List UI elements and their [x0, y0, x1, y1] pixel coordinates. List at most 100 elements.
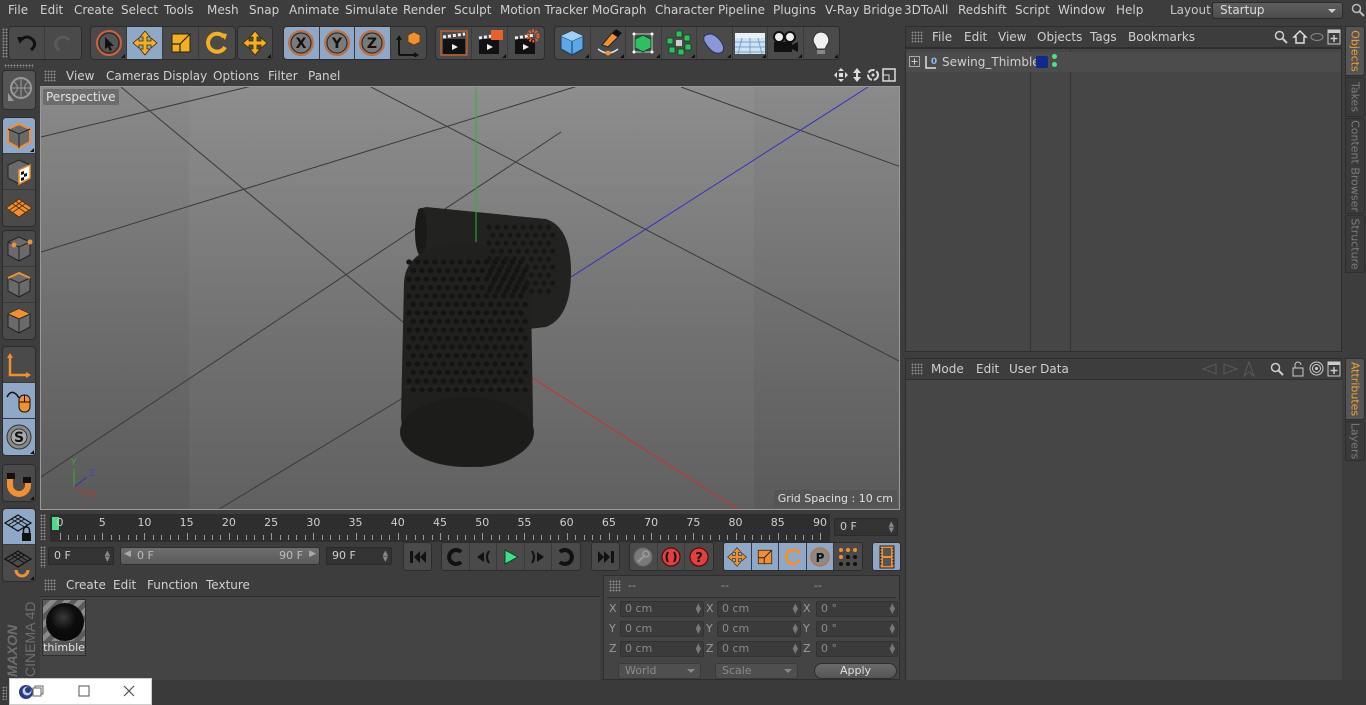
transport-grip[interactable] — [40, 546, 46, 568]
expand-icon[interactable] — [909, 56, 920, 67]
timeline-grip[interactable] — [40, 514, 46, 540]
rotation-x-field[interactable]: 0 ° ▲ ▼ — [816, 601, 898, 617]
sewing-thimble-model[interactable] — [400, 207, 571, 467]
close-icon[interactable] — [123, 685, 135, 697]
rotation-key-button[interactable] — [779, 543, 807, 570]
tab-objects[interactable]: Objects — [1345, 26, 1365, 76]
material-menu-texture[interactable]: Texture — [206, 578, 250, 592]
live-selection-button[interactable] — [91, 27, 127, 59]
spinner-icon[interactable]: ▲ ▼ — [105, 550, 110, 563]
editor-visibility-dot[interactable] — [1052, 54, 1057, 59]
polygons-mode-button[interactable] — [3, 303, 35, 339]
make-editable-button[interactable] — [3, 71, 35, 109]
size-z-field[interactable]: 0 cm ▲ ▼ — [717, 641, 801, 657]
record-keys-button[interactable] — [630, 543, 658, 570]
z-axis-lock-button[interactable]: Z — [355, 27, 391, 59]
search-icon[interactable] — [1351, 3, 1365, 17]
point-level-animation-button[interactable] — [834, 543, 862, 570]
restore-icon[interactable] — [32, 685, 44, 697]
planar-workplane-button[interactable] — [3, 545, 35, 581]
play-button[interactable] — [497, 543, 525, 570]
end-frame-field[interactable]: 90 F ▲ ▼ — [326, 547, 392, 565]
range-right-arrow-icon[interactable]: ▶ — [309, 549, 316, 559]
spinner-icon[interactable]: ▲ ▼ — [696, 623, 701, 635]
maximize-icon[interactable] — [78, 685, 90, 697]
layout-select[interactable]: Startup — [1212, 2, 1343, 19]
x-axis-lock-button[interactable]: X — [284, 27, 320, 59]
menu-character[interactable]: Character — [655, 3, 714, 17]
timeline-window-button[interactable] — [873, 543, 900, 570]
menu-render[interactable]: Render — [403, 3, 446, 17]
menu-simulate[interactable]: Simulate — [345, 3, 398, 17]
solo-button[interactable]: S — [3, 419, 35, 455]
menu-vray-bridge[interactable]: V-Ray Bridge — [825, 3, 902, 17]
autokeying-button[interactable] — [658, 543, 686, 570]
unlock-icon[interactable] — [1292, 361, 1304, 377]
material-thimble[interactable]: thimble — [42, 599, 86, 656]
menu-pipeline[interactable]: Pipeline — [718, 3, 765, 17]
cube-button[interactable] — [555, 27, 591, 59]
goto-start-button[interactable] — [404, 543, 431, 570]
spinner-icon[interactable]: ▲ ▼ — [890, 623, 895, 635]
points-mode-button[interactable] — [3, 231, 35, 267]
search-icon[interactable] — [1274, 30, 1288, 44]
menu-plugins[interactable]: Plugins — [773, 3, 816, 17]
menu-file[interactable]: File — [8, 3, 28, 17]
redo-button[interactable] — [45, 27, 81, 59]
position-z-field[interactable]: 0 cm ▲ ▼ — [620, 641, 704, 657]
material-menu-function[interactable]: Function — [147, 578, 198, 592]
world-coordinates-button[interactable] — [391, 27, 426, 59]
y-axis-lock-button[interactable]: Y — [319, 27, 355, 59]
menu-create[interactable]: Create — [74, 3, 114, 17]
zoom-view-icon[interactable] — [850, 68, 864, 82]
apply-button[interactable]: Apply — [814, 663, 897, 679]
lock-workplane-button[interactable] — [3, 509, 35, 545]
tab-content-browser[interactable]: Content Browser — [1345, 118, 1365, 214]
size-x-field[interactable]: 0 cm ▲ ▼ — [717, 601, 801, 617]
back-forward-icon[interactable] — [1202, 362, 1238, 376]
pen-button[interactable] — [591, 27, 626, 59]
pan-view-icon[interactable] — [834, 68, 848, 82]
previous-keyframe-button[interactable] — [442, 543, 470, 570]
spinner-icon[interactable]: ▲ ▼ — [793, 643, 798, 655]
workplane-mode-button[interactable] — [3, 190, 35, 226]
spinner-icon[interactable]: ▲ ▼ — [889, 521, 894, 534]
scale-button[interactable] — [163, 27, 199, 59]
subdivision-surface-button[interactable] — [626, 27, 662, 59]
menu-tools[interactable]: Tools — [164, 3, 194, 17]
render-view-button[interactable] — [436, 27, 472, 59]
viewport-menu-options[interactable]: Options — [213, 69, 259, 83]
position-y-field[interactable]: 0 cm ▲ ▼ — [620, 621, 704, 637]
previous-frame-button[interactable] — [470, 543, 498, 570]
rotate-button[interactable] — [199, 27, 235, 59]
start-frame-field[interactable]: 0 F ▲ ▼ — [48, 547, 114, 565]
layer-color-swatch[interactable] — [1036, 56, 1048, 68]
spinner-icon[interactable]: ▲ ▼ — [890, 643, 895, 655]
viewport-grip[interactable] — [44, 70, 56, 82]
tab-takes[interactable]: Takes — [1345, 77, 1365, 117]
next-frame-button[interactable] — [525, 543, 553, 570]
objmgr-menu-edit[interactable]: Edit — [964, 30, 987, 44]
menu-mograph[interactable]: MoGraph — [592, 3, 647, 17]
menu-3dtoall[interactable]: 3DToAll — [904, 3, 948, 17]
viewport-menu-filter[interactable]: Filter — [268, 69, 298, 83]
menu-sculpt[interactable]: Sculpt — [454, 3, 491, 17]
menu-window[interactable]: Window — [1058, 3, 1105, 17]
camera-button[interactable] — [768, 27, 804, 59]
tab-attributes[interactable]: Attributes — [1345, 358, 1365, 420]
spinner-icon[interactable]: ▲ ▼ — [793, 603, 798, 615]
objmgr-menu-view[interactable]: View — [998, 30, 1026, 44]
rotation-z-field[interactable]: 0 ° ▲ ▼ — [816, 641, 898, 657]
viewport-menu-display[interactable]: Display — [163, 69, 207, 83]
parameter-key-button[interactable]: P — [806, 543, 835, 570]
scale-key-button[interactable] — [751, 543, 780, 570]
menu-select[interactable]: Select — [121, 3, 158, 17]
viewport-menu-cameras[interactable]: Cameras — [106, 69, 159, 83]
objmgr-menu-bookmarks[interactable]: Bookmarks — [1128, 30, 1195, 44]
snap-button[interactable] — [3, 465, 35, 501]
position-x-field[interactable]: 0 cm ▲ ▼ — [620, 601, 704, 617]
object-manager-grip[interactable] — [911, 31, 923, 43]
palette-grip[interactable] — [4, 64, 34, 68]
coordinates-grip[interactable] — [609, 580, 621, 592]
axis-mode-button[interactable] — [3, 347, 35, 383]
